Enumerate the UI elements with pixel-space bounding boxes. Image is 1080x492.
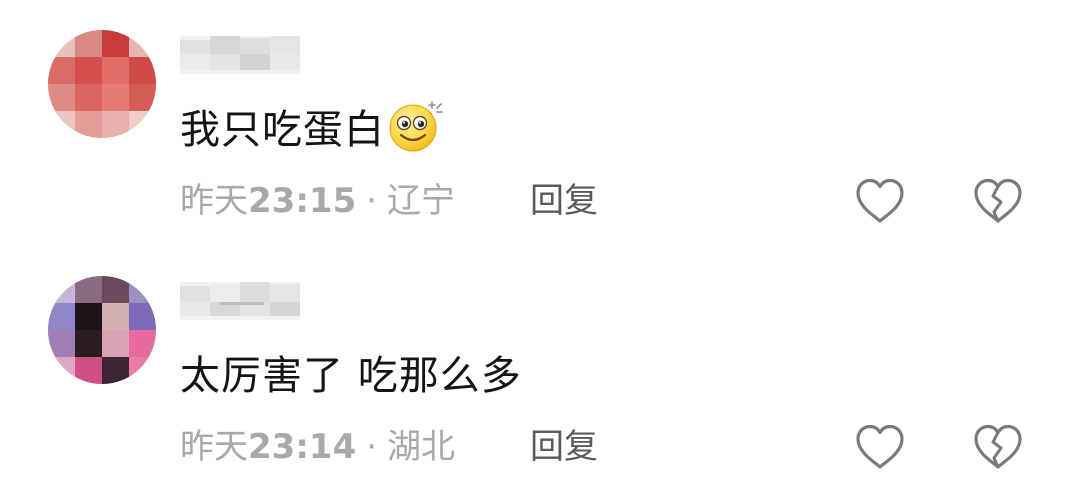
reply-button[interactable]: 回复 xyxy=(530,424,598,470)
dislike-button[interactable] xyxy=(972,176,1024,226)
avatar[interactable] xyxy=(48,276,156,384)
dislike-button[interactable] xyxy=(972,422,1024,472)
comment-time: 23:15 xyxy=(248,181,357,221)
comment-body: 太厉害了 吃那么多 xyxy=(180,353,522,399)
comment-body: 我只吃蛋白 xyxy=(180,107,385,153)
meta-separator: · xyxy=(366,181,378,221)
broken-heart-icon xyxy=(972,422,1024,472)
heart-outline-icon xyxy=(854,176,906,226)
comment-time: 23:14 xyxy=(248,427,357,467)
comment-location: 湖北 xyxy=(387,427,456,467)
comment-meta: 昨天23:15 · 辽宁 xyxy=(180,178,455,224)
reply-button[interactable]: 回复 xyxy=(530,178,598,224)
comment-meta: 昨天23:14 · 湖北 xyxy=(180,424,455,470)
heart-outline-icon xyxy=(854,422,906,472)
comment-date: 昨天 xyxy=(180,181,248,221)
username-blurred[interactable] xyxy=(180,36,300,74)
avatar[interactable] xyxy=(48,30,156,138)
comment-item: 太厉害了 吃那么多 昨天23:14 · 湖北 回复 xyxy=(0,246,1080,492)
meta-separator: · xyxy=(366,427,378,467)
like-button[interactable] xyxy=(854,176,906,226)
dizzy-smile-emoji-icon xyxy=(387,98,443,154)
broken-heart-icon xyxy=(972,176,1024,226)
comment-text: 我只吃蛋白 xyxy=(180,101,443,160)
like-button[interactable] xyxy=(854,422,906,472)
comment-item: 我只吃蛋白 昨天23:15 · 辽宁 回复 xyxy=(0,0,1080,246)
comment-date: 昨天 xyxy=(180,427,248,467)
username-blurred[interactable] xyxy=(180,282,300,320)
comment-location: 辽宁 xyxy=(387,181,456,221)
comment-text: 太厉害了 吃那么多 xyxy=(180,350,522,402)
